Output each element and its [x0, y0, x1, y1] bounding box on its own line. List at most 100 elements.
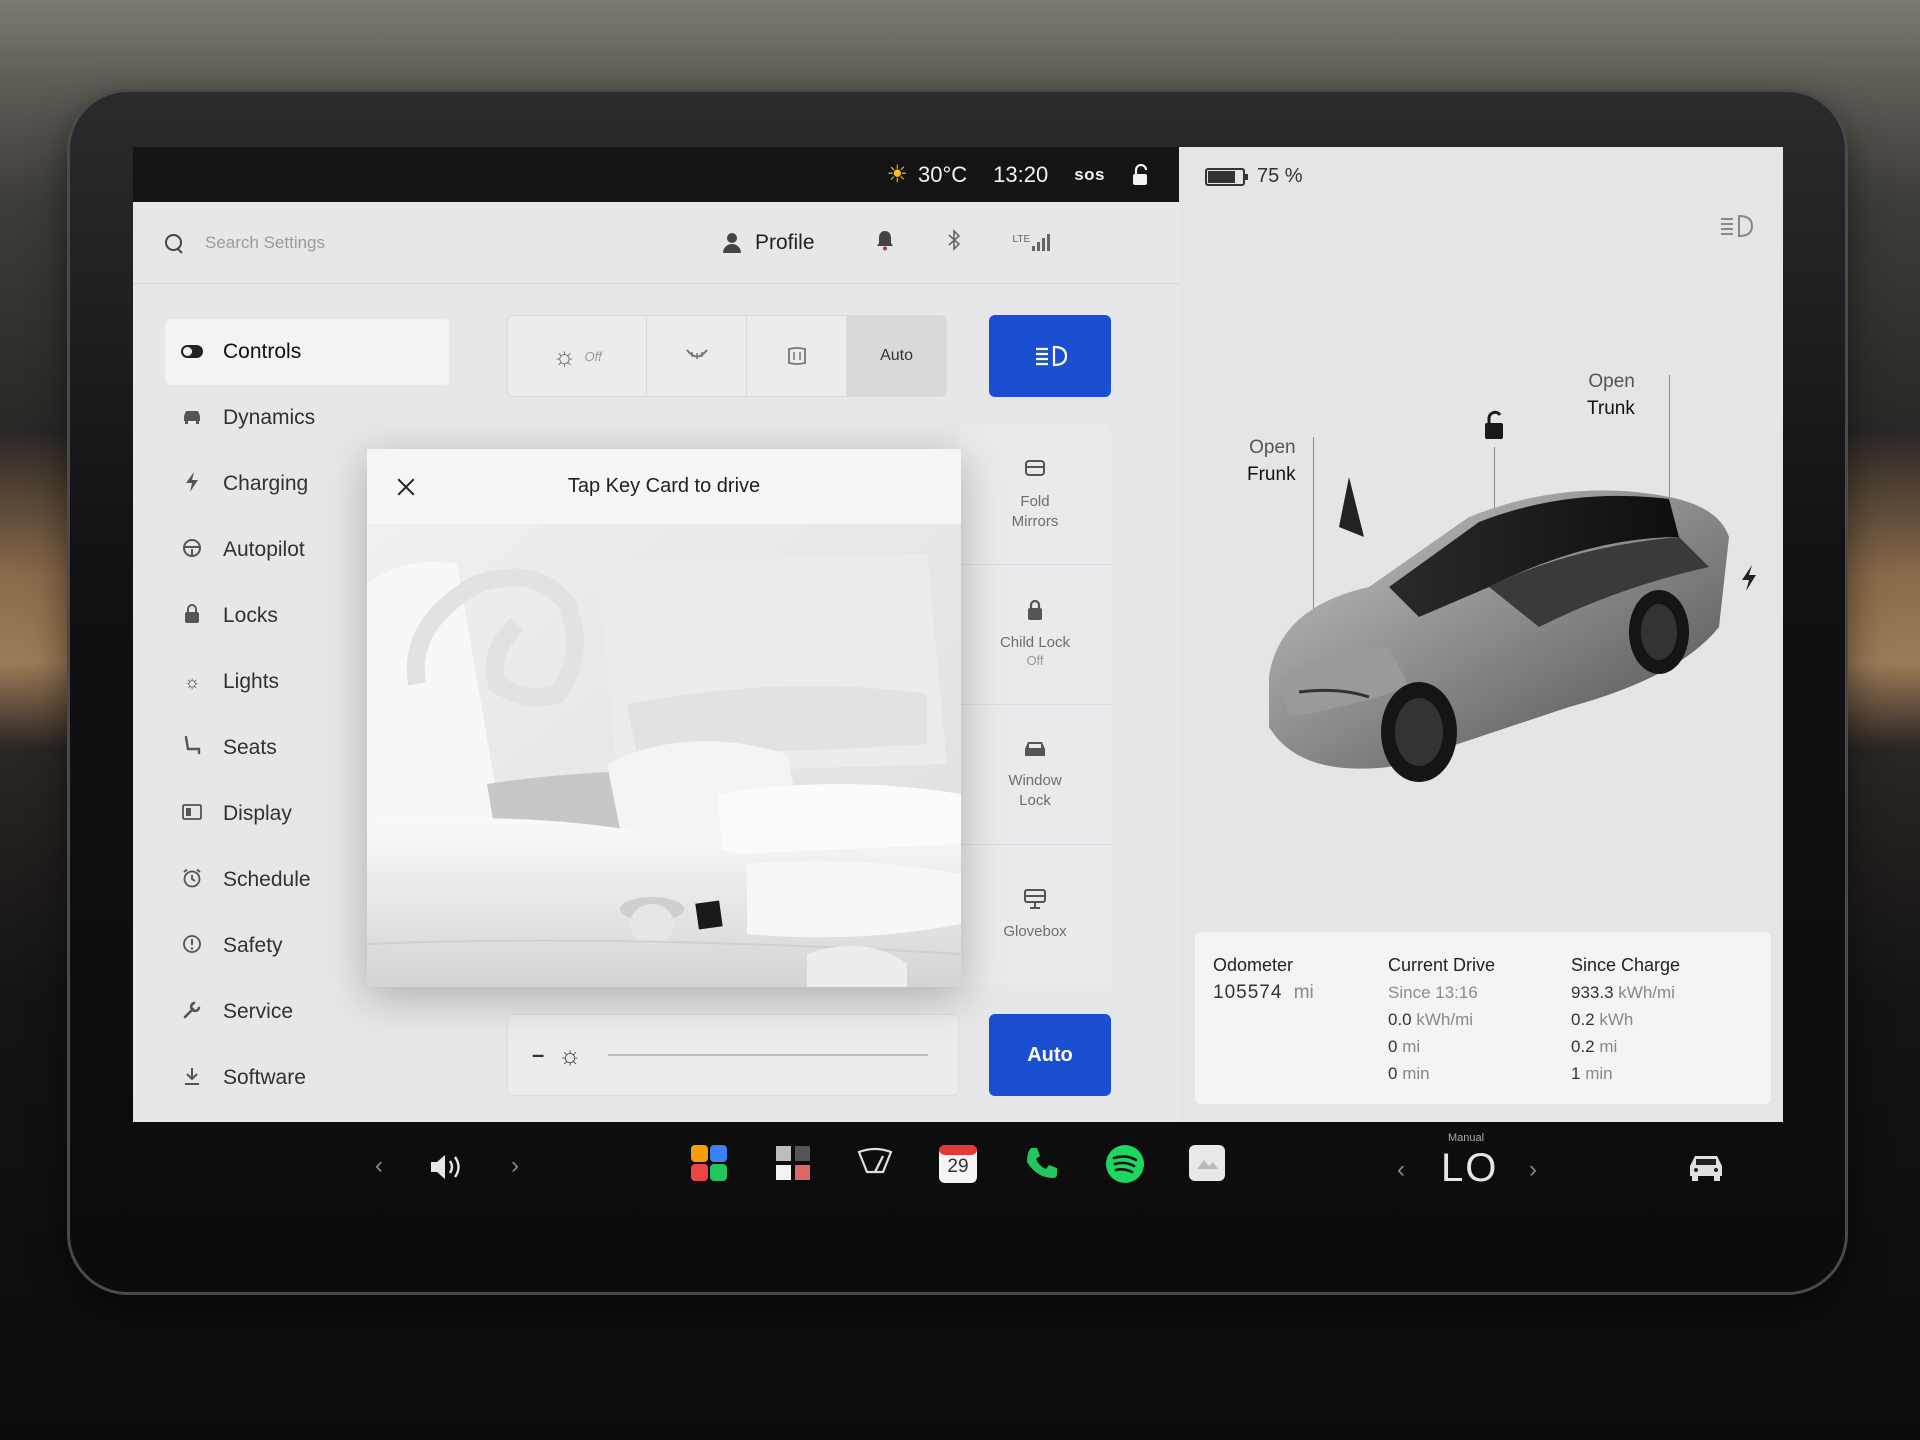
odometer-value-row: 105574 mi	[1213, 979, 1388, 1006]
brightness-decrease[interactable]: –	[532, 1042, 544, 1068]
lights-off-label: Off	[584, 348, 602, 364]
since-charge-time: 1 min	[1571, 1060, 1751, 1087]
climate-temperature[interactable]: LO	[1441, 1146, 1498, 1191]
bell-icon[interactable]	[875, 229, 895, 257]
search-icon	[163, 232, 185, 254]
child-lock-button[interactable]: Child Lock Off	[959, 565, 1111, 705]
trunk-label: Trunk	[1587, 397, 1635, 419]
battery-indicator: 75 %	[1205, 165, 1303, 188]
since-charge-efficiency-unit: kWh/mi	[1618, 983, 1675, 1002]
since-charge-column: Since Charge 933.3 kWh/mi 0.2 kWh 0.2 mi…	[1571, 952, 1751, 1084]
wiper-icon[interactable]	[855, 1144, 895, 1185]
spotify-icon[interactable]	[1105, 1144, 1145, 1189]
battery-icon	[1205, 167, 1248, 186]
status-bar: ☀ 30°C 13:20 sos	[133, 147, 1179, 202]
profile-button[interactable]: Profile	[723, 231, 815, 255]
modal-header: Tap Key Card to drive	[367, 449, 961, 524]
calendar-day: 29	[947, 1156, 969, 1177]
mirror-icon	[1025, 460, 1045, 476]
steering-wheel-icon	[181, 538, 203, 563]
volume-next-chevron-icon[interactable]: ›	[511, 1152, 519, 1180]
tile-label: Fold	[1020, 493, 1050, 510]
sidebar-item-software[interactable]: Software	[165, 1045, 449, 1111]
profile-label: Profile	[755, 230, 815, 254]
current-drive-since: Since 13:16	[1388, 983, 1478, 1002]
parking-light-icon	[686, 349, 708, 359]
battery-percent: 75 %	[1257, 165, 1303, 187]
current-drive-time-value: 0	[1388, 1064, 1398, 1083]
light-icon: ☼	[183, 671, 201, 692]
open-trunk-button[interactable]: Open Trunk	[1587, 369, 1635, 422]
lock-icon	[181, 603, 203, 629]
trip-stats-card: Odometer 105574 mi Current Drive Since 1…	[1195, 932, 1771, 1104]
bottom-dock: ‹ › 29 ‹ Manual LO ›	[133, 1122, 1783, 1217]
info-icon	[181, 934, 203, 959]
quick-controls-column: Fold Mirrors Child Lock Off Window Lock …	[959, 425, 1111, 985]
sidebar-item-label: Schedule	[223, 868, 311, 891]
fog-light-icon	[787, 347, 806, 365]
tile-label: Window	[1008, 772, 1062, 789]
climate-decrease-chevron-icon[interactable]: ‹	[1397, 1156, 1405, 1184]
unlocked-icon[interactable]	[1479, 409, 1509, 446]
sidebar-item-label: Service	[223, 1000, 294, 1023]
phone-icon[interactable]	[1023, 1144, 1061, 1187]
sidebar-item-controls[interactable]: Controls	[165, 319, 449, 385]
download-icon	[181, 1066, 203, 1091]
glovebox-icon	[1024, 889, 1046, 910]
tile-label: Child Lock	[999, 634, 1071, 652]
charging-bolt-icon[interactable]	[1741, 565, 1757, 598]
bluetooth-icon[interactable]	[947, 228, 961, 257]
display-icon	[181, 803, 203, 825]
tile-sublabel: Lock	[1019, 791, 1051, 809]
current-drive-energy: 0.0 kWh/mi	[1388, 1006, 1571, 1033]
lights-off-option[interactable]: ☼ Off	[508, 316, 648, 396]
climate-mode-label: Manual	[1448, 1132, 1485, 1144]
sos-icon[interactable]: sos	[1074, 165, 1105, 185]
light-icon: ☼	[552, 340, 577, 371]
lte-label: LTE	[1012, 234, 1031, 245]
parking-lights-option[interactable]	[647, 316, 748, 396]
sidebar-item-service[interactable]: Service	[165, 979, 449, 1045]
toggle-icon	[181, 342, 203, 363]
window-lock-button[interactable]: Window Lock	[959, 705, 1111, 845]
sidebar-item-label: Dynamics	[223, 406, 316, 429]
volume-icon[interactable]	[428, 1152, 468, 1187]
fold-mirrors-button[interactable]: Fold Mirrors	[959, 425, 1111, 565]
since-charge-label: Since Charge	[1571, 955, 1681, 975]
brightness-control: – ☼	[507, 1014, 959, 1096]
odometer-label: Odometer	[1213, 955, 1294, 975]
since-charge-distance-value: 0.2	[1571, 1037, 1595, 1056]
car-icon[interactable]	[1685, 1152, 1727, 1187]
close-icon[interactable]	[395, 476, 417, 498]
unlocked-icon[interactable]	[1131, 163, 1151, 186]
toybox-app-icon[interactable]	[690, 1144, 728, 1187]
frunk-action: Open	[1249, 437, 1296, 458]
calendar-app-icon[interactable]: 29	[938, 1144, 978, 1189]
lights-auto-option[interactable]: Auto	[847, 316, 946, 396]
brightness-auto-button[interactable]: Auto	[989, 1014, 1111, 1096]
apps-launcher-icon[interactable]	[774, 1144, 812, 1187]
high-beam-button[interactable]	[989, 315, 1111, 397]
volume-previous-chevron-icon[interactable]: ‹	[375, 1152, 383, 1180]
search-bar[interactable]: Search Settings	[163, 232, 723, 254]
lock-icon	[1028, 600, 1042, 621]
current-drive-energy-unit: kWh/mi	[1416, 1010, 1474, 1029]
sidebar-item-label: Seats	[223, 736, 277, 759]
brightness-slider[interactable]	[608, 1054, 929, 1056]
settings-topbar: Search Settings Profile LTE	[133, 202, 1179, 284]
lights-segmented-control: ☼ Off Auto	[507, 315, 947, 397]
glovebox-button[interactable]: Glovebox	[959, 845, 1111, 985]
sidebar-item-dynamics[interactable]: Dynamics	[165, 385, 449, 451]
headlight-indicator-icon	[1717, 213, 1755, 246]
current-drive-distance-unit: mi	[1402, 1037, 1421, 1056]
key-card-modal: Tap Key Card to drive	[367, 449, 961, 987]
current-drive-column: Current Drive Since 13:16 0.0 kWh/mi 0 m…	[1388, 952, 1571, 1084]
search-input[interactable]: Search Settings	[205, 233, 325, 253]
file-viewer-app-icon[interactable]	[1188, 1144, 1226, 1187]
sidebar-item-label: Display	[223, 802, 292, 825]
since-charge-energy: 0.2 kWh	[1571, 1006, 1751, 1033]
fog-lights-option[interactable]	[747, 316, 848, 396]
tile-sublabel: Mirrors	[1011, 512, 1059, 530]
wrench-icon	[181, 1000, 203, 1025]
climate-increase-chevron-icon[interactable]: ›	[1529, 1156, 1537, 1184]
